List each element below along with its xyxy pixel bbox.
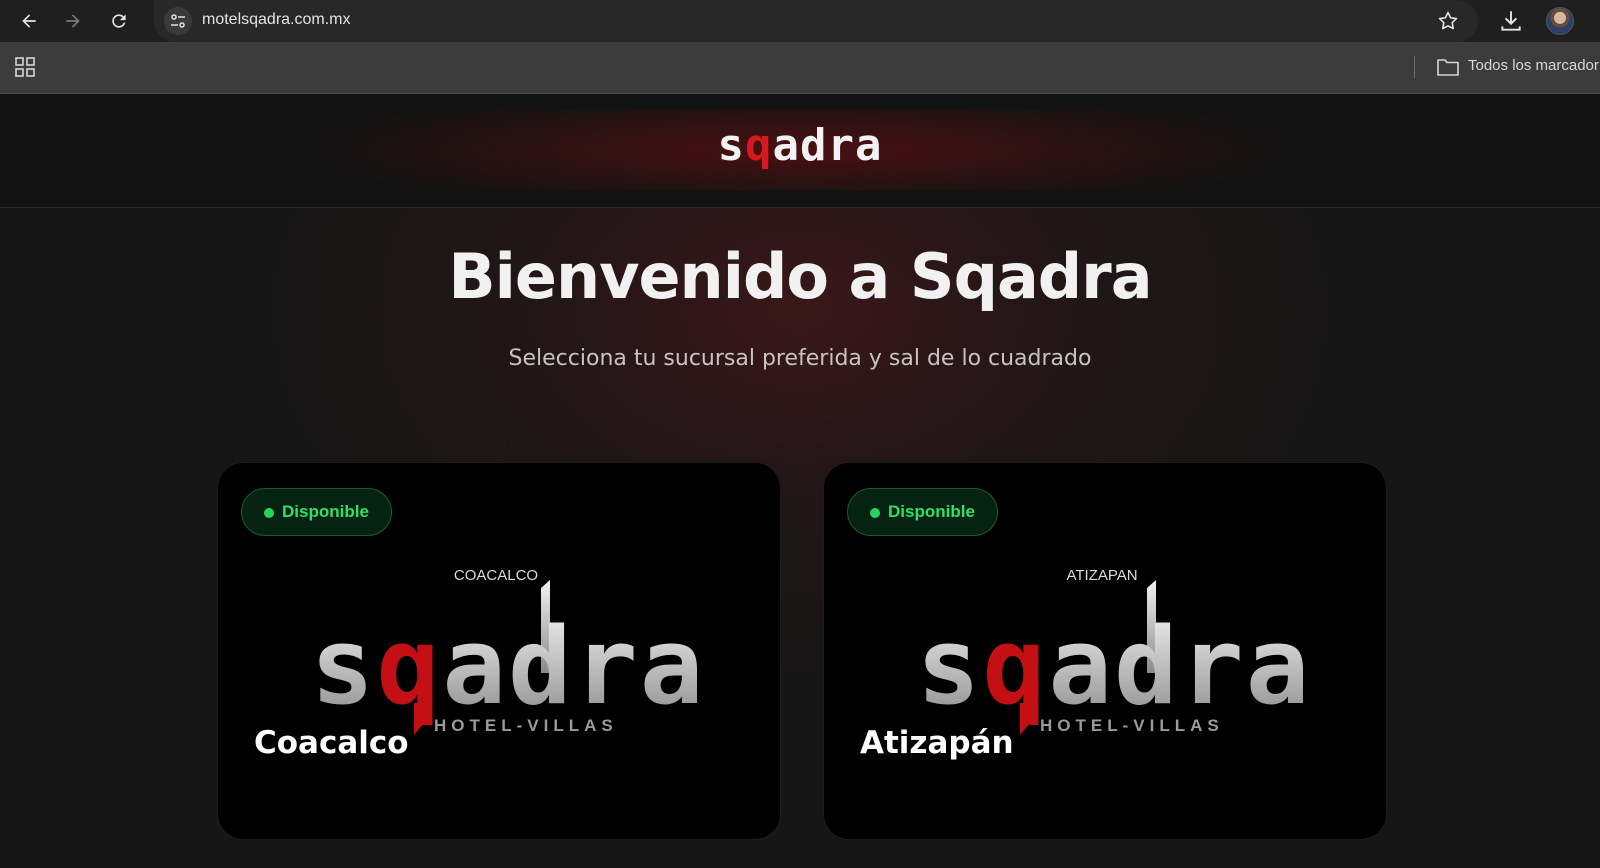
logo-letter-q: q	[745, 120, 773, 171]
branch-name: Coacalco	[254, 725, 409, 761]
logo-location: ATIZAPAN	[1066, 567, 1137, 584]
page-content: sqadra Bienvenido a Sqadra Selecciona tu…	[0, 94, 1600, 868]
status-dot	[264, 508, 274, 518]
site-info-icon	[171, 14, 185, 28]
download-icon[interactable]	[1498, 8, 1524, 34]
branch-card-coacalco[interactable]: Disponible COACALCO sqadra HOTEL-VILLAS …	[217, 462, 781, 840]
branch-card-atizapan[interactable]: Disponible ATIZAPAN sqadra HOTEL-VILLAS …	[823, 462, 1387, 840]
branch-name: Atizapán	[860, 725, 1014, 761]
browser-toolbar: motelsqadra.com.mx	[0, 0, 1600, 42]
star-icon[interactable]	[1436, 9, 1460, 33]
logo-tagline: HOTEL-VILLAS	[1040, 716, 1224, 735]
avatar[interactable]	[1546, 7, 1574, 35]
logo-location: COACALCO	[454, 567, 538, 584]
url-text[interactable]: motelsqadra.com.mx	[202, 11, 351, 29]
bookmarks-divider	[1414, 56, 1415, 78]
page-subtitle: Selecciona tu sucursal preferida y sal d…	[508, 346, 1092, 371]
folder-icon	[1437, 59, 1459, 76]
forward-icon	[66, 14, 80, 28]
logo-letter-s: s	[717, 120, 746, 171]
address-bar[interactable]: motelsqadra.com.mx	[154, 0, 1478, 42]
site-logo[interactable]: sqadra	[0, 120, 1600, 171]
back-icon	[22, 14, 36, 28]
logo-tagline: HOTEL-VILLAS	[434, 716, 618, 735]
status-label: Disponible	[282, 502, 369, 521]
page-title: Bienvenido a Sqadra	[448, 240, 1152, 313]
browser-chrome: motelsqadra.com.mx Todos los marcador	[0, 0, 1600, 94]
logo-q-tail	[1020, 703, 1030, 735]
reload-icon	[112, 14, 126, 28]
status-badge: Disponible	[847, 488, 998, 536]
logo-letters-adra: adra	[772, 120, 883, 171]
all-bookmarks-link[interactable]: Todos los marcador	[1468, 57, 1599, 74]
reload-button[interactable]	[104, 6, 134, 36]
status-label: Disponible	[888, 502, 975, 521]
logo-wordmark: sqadra	[311, 605, 706, 728]
apps-grid-icon[interactable]	[14, 56, 36, 78]
logo-q-tail	[414, 703, 424, 735]
status-badge: Disponible	[241, 488, 392, 536]
site-info-button[interactable]	[164, 7, 192, 35]
forward-button[interactable]	[58, 6, 88, 36]
site-header: sqadra	[0, 94, 1600, 208]
status-dot	[870, 508, 880, 518]
back-button[interactable]	[14, 6, 44, 36]
logo-wordmark: sqadra	[917, 605, 1312, 728]
bookmarks-bar: Todos los marcador	[0, 42, 1600, 94]
